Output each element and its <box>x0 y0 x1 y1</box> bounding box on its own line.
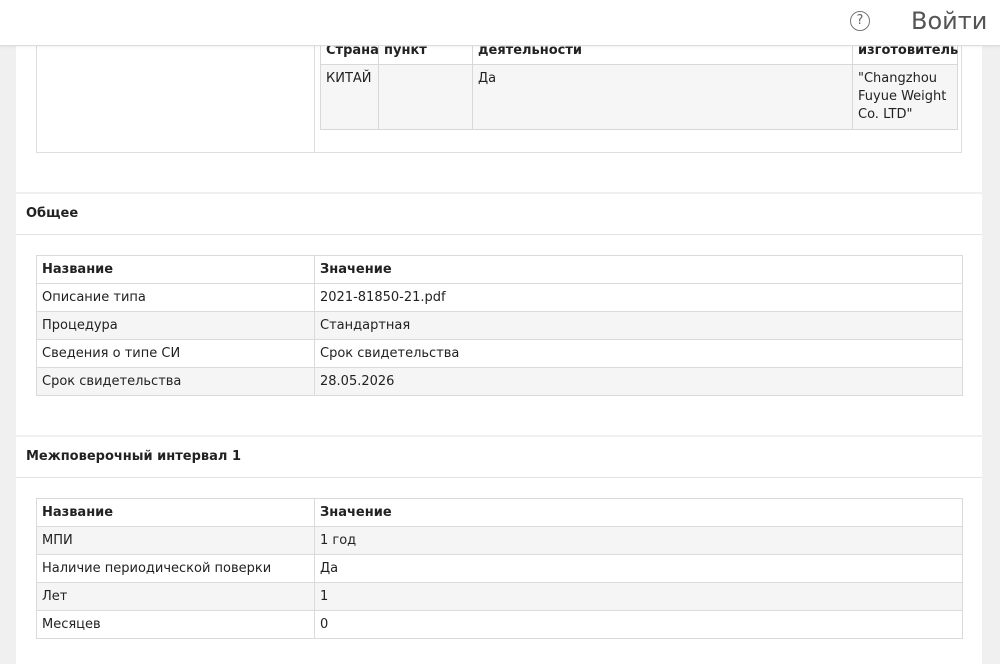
table-row: Сведения о типе СИ Срок свидетельства <box>36 339 963 368</box>
general-table: Название Значение Описание типа 2021-818… <box>36 255 963 396</box>
table-cell: Описание типа <box>36 283 315 312</box>
column-header: Значение <box>314 498 963 527</box>
column-header: Название <box>36 498 315 527</box>
table-cell: 1 <box>314 582 963 611</box>
table-row: Описание типа 2021-81850-21.pdf <box>36 283 963 312</box>
table-cell: Да <box>472 64 853 130</box>
table-cell: Срок свидетельства <box>314 339 963 368</box>
table-cell: Процедура <box>36 311 315 340</box>
table-row: Месяцев 0 <box>36 610 963 639</box>
table-cell: 2021-81850-21.pdf <box>314 283 963 312</box>
manufacturer-table: Страна пункт деятельности изготовитель К… <box>320 36 958 130</box>
table-cell: Стандартная <box>314 311 963 340</box>
table-cell: Наличие периодической поверки <box>36 554 315 583</box>
table-cell: Лет <box>36 582 315 611</box>
table-cell: Срок свидетельства <box>36 367 315 396</box>
table-row: МПИ 1 год <box>36 526 963 555</box>
table-cell: 0 <box>314 610 963 639</box>
table-row: Наличие периодической поверки Да <box>36 554 963 583</box>
table-header-row: Название Значение <box>36 498 963 527</box>
table-cell: Да <box>314 554 963 583</box>
login-link[interactable]: Войти <box>911 5 987 37</box>
table-row: Срок свидетельства 28.05.2026 <box>36 367 963 396</box>
section-title: Межповерочный интервал 1 <box>16 437 982 478</box>
mpi-card: Межповерочный интервал 1 Название Значен… <box>16 437 982 664</box>
column-header: Значение <box>314 255 963 284</box>
table-cell: Месяцев <box>36 610 315 639</box>
table-row: КИТАЙ Да "Changzhou Fuyue Weight Co. LTD… <box>320 64 958 130</box>
table-cell: КИТАЙ <box>320 64 379 130</box>
table-cell: 28.05.2026 <box>314 367 963 396</box>
help-icon[interactable]: ? <box>850 11 870 31</box>
column-header: Название <box>36 255 315 284</box>
general-card: Общее Название Значение Описание типа 20… <box>16 194 982 435</box>
table-cell: "Changzhou Fuyue Weight Co. LTD" <box>852 64 958 130</box>
top-bar: ? Войти <box>0 0 1000 46</box>
table-cell: МПИ <box>36 526 315 555</box>
mpi-table: Название Значение МПИ 1 год Наличие пери… <box>36 498 963 639</box>
table-cell <box>378 64 473 130</box>
table-row: Лет 1 <box>36 582 963 611</box>
table-cell: Сведения о типе СИ <box>36 339 315 368</box>
table-cell: 1 год <box>314 526 963 555</box>
table-row: Процедура Стандартная <box>36 311 963 340</box>
section-title: Общее <box>16 194 982 235</box>
table-header-row: Название Значение <box>36 255 963 284</box>
